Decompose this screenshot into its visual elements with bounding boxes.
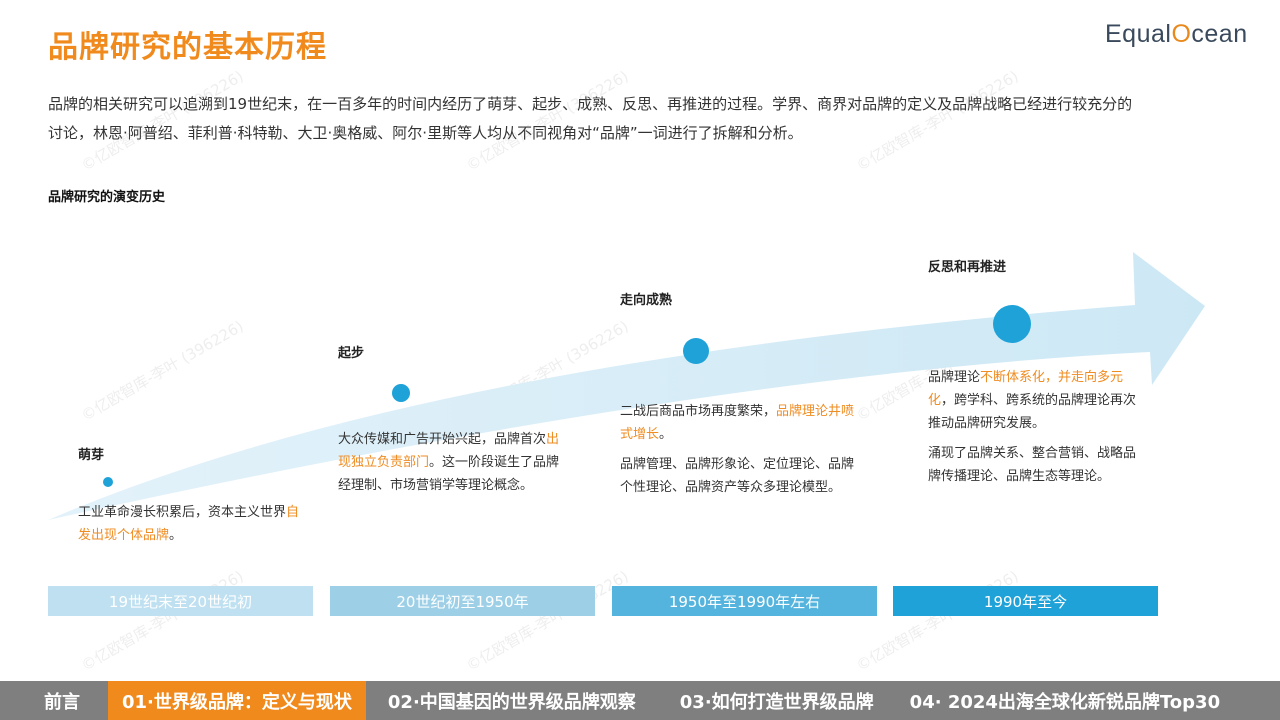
stage-desc-paragraph: 二战后商品市场再度繁荣，品牌理论井喷式增长。 bbox=[620, 400, 860, 446]
stage-desc-paragraph: 品牌管理、品牌形象论、定位理论、品牌个性理论、品牌资产等众多理论模型。 bbox=[620, 453, 860, 499]
stage-label-sprout: 萌芽 bbox=[78, 448, 105, 463]
stage-desc-paragraph: 大众传媒和广告开始兴起，品牌首次出现独立负责部门。这一阶段诞生了品牌经理制、市场… bbox=[338, 428, 568, 497]
stage-desc-paragraph: 品牌理论不断体系化，并走向多元化，跨学科、跨系统的品牌理论再次推动品牌研究发展。 bbox=[928, 366, 1138, 435]
desc-text: ，跨学科、跨系统的品牌理论再次推动品牌研究发展。 bbox=[928, 393, 1137, 431]
stage-desc-start: 大众传媒和广告开始兴起，品牌首次出现独立负责部门。这一阶段诞生了品牌经理制、市场… bbox=[338, 428, 568, 504]
footer-nav: 前言 01·世界级品牌：定义与现状 02·中国基因的世界级品牌观察 03·如何打… bbox=[0, 681, 1280, 720]
desc-text: 大众传媒和广告开始兴起，品牌首次 bbox=[338, 432, 547, 447]
desc-text: 涌现了品牌关系、整合营销、战略品牌传播理论、品牌生态等理论。 bbox=[928, 446, 1137, 484]
stage-dot-start bbox=[392, 384, 410, 402]
stage-desc-mature: 二战后商品市场再度繁荣，品牌理论井喷式增长。 品牌管理、品牌形象论、定位理论、品… bbox=[620, 400, 860, 506]
desc-text: 。 bbox=[169, 528, 183, 543]
nav-tab-preface[interactable]: 前言 bbox=[0, 681, 108, 720]
desc-text: 。 bbox=[659, 427, 673, 442]
nav-tab-chapter-1[interactable]: 01·世界级品牌：定义与现状 bbox=[108, 681, 366, 720]
desc-text: 二战后商品市场再度繁荣， bbox=[620, 404, 777, 419]
stage-desc-sprout: 工业革命漫长积累后，资本主义世界自发出现个体品牌。 bbox=[78, 501, 303, 554]
nav-tab-chapter-3[interactable]: 03·如何打造世界级品牌 bbox=[650, 681, 888, 720]
stage-dot-mature bbox=[683, 338, 709, 364]
stage-desc-paragraph: 工业革命漫长积累后，资本主义世界自发出现个体品牌。 bbox=[78, 501, 303, 547]
stage-desc-paragraph: 涌现了品牌关系、整合营销、战略品牌传播理论、品牌生态等理论。 bbox=[928, 442, 1138, 488]
period-bar-1: 19世纪末至20世纪初 bbox=[48, 586, 313, 616]
period-bar-2: 20世纪初至1950年 bbox=[330, 586, 595, 616]
stage-dot-sprout bbox=[103, 477, 113, 487]
stage-label-reflect: 反思和再推进 bbox=[928, 260, 1007, 275]
desc-text: 工业革命漫长积累后，资本主义世界 bbox=[78, 505, 287, 520]
desc-text: 品牌理论 bbox=[928, 370, 981, 385]
period-bar-4: 1990年至今 bbox=[893, 586, 1158, 616]
period-bar-3: 1950年至1990年左右 bbox=[612, 586, 877, 616]
nav-tab-chapter-2[interactable]: 02·中国基因的世界级品牌观察 bbox=[366, 681, 650, 720]
stage-dot-reflect bbox=[993, 305, 1031, 343]
stage-label-start: 起步 bbox=[338, 346, 365, 361]
stage-label-mature: 走向成熟 bbox=[620, 293, 673, 308]
desc-text: 品牌管理、品牌形象论、定位理论、品牌个性理论、品牌资产等众多理论模型。 bbox=[620, 457, 855, 495]
nav-tab-chapter-4[interactable]: 04· 2024出海全球化新锐品牌Top30 bbox=[888, 681, 1234, 720]
stage-desc-reflect: 品牌理论不断体系化，并走向多元化，跨学科、跨系统的品牌理论再次推动品牌研究发展。… bbox=[928, 366, 1138, 495]
